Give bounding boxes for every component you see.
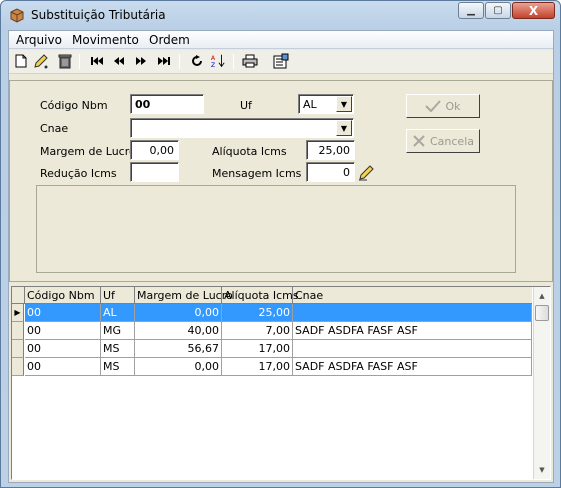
col-codigo-header[interactable]: Código Nbm — [25, 287, 101, 304]
next-record-icon[interactable] — [133, 53, 149, 69]
cnae-label: Cnae — [40, 122, 69, 135]
scroll-up-icon[interactable]: ▲ — [534, 288, 550, 304]
close-icon: X — [528, 3, 539, 18]
cell-codigo[interactable]: 00 — [25, 304, 101, 322]
sort-az-icon[interactable]: AZ — [210, 53, 226, 69]
header-indicator — [12, 287, 25, 304]
mensagem-memo[interactable] — [36, 185, 516, 273]
trash-icon[interactable] — [57, 53, 73, 69]
cell-uf[interactable]: MS — [101, 340, 135, 358]
window-title: Substituição Tributária — [31, 8, 166, 22]
aliquota-input[interactable]: 25,00 — [306, 140, 355, 160]
svg-text:A: A — [211, 55, 216, 62]
data-grid[interactable]: Código Nbm Uf Margem de Lucro Alíquota I… — [11, 286, 551, 480]
maximize-icon: ▢ — [493, 5, 503, 16]
toolbar-separator — [79, 54, 80, 69]
uf-select[interactable]: AL ▼ — [298, 94, 354, 114]
col-margem-header[interactable]: Margem de Lucro — [135, 287, 233, 304]
ok-label: Ok — [445, 99, 461, 113]
app-icon — [10, 8, 24, 23]
cell-uf[interactable]: MG — [101, 322, 135, 340]
mensagem-input[interactable]: 0 — [306, 162, 355, 182]
row-indicator — [12, 340, 24, 358]
maximize-button[interactable]: ▢ — [485, 2, 511, 19]
cell-cnae[interactable] — [293, 340, 532, 358]
refresh-icon[interactable] — [189, 53, 205, 69]
cell-margem[interactable]: 0,00 — [135, 304, 222, 322]
form-panel: Código Nbm 00 Uf AL ▼ Ok Cnae ▼ Cancela … — [9, 80, 553, 282]
cell-aliquota[interactable]: 17,00 — [222, 340, 293, 358]
menu-arquivo[interactable]: Arquivo — [16, 33, 62, 47]
row-indicator — [12, 322, 24, 340]
close-button[interactable]: X — [512, 2, 555, 19]
row-indicator — [12, 358, 24, 376]
cell-uf[interactable]: AL — [101, 304, 135, 322]
ok-button[interactable]: Ok — [406, 94, 480, 118]
toolbar: AZ — [9, 50, 553, 74]
edit-pencil-icon[interactable] — [33, 53, 49, 69]
edit-pencil-icon[interactable] — [358, 163, 376, 181]
cell-margem[interactable]: 56,67 — [135, 340, 222, 358]
cell-aliquota[interactable]: 25,00 — [222, 304, 293, 322]
client-area: Arquivo Movimento Ordem A Z Código Nbm 0… — [8, 30, 554, 483]
cancel-x-icon — [413, 135, 425, 147]
cell-cnae[interactable]: SADF ASDFA FASF ASF — [293, 322, 532, 340]
app-window: Substituição Tributária ▁ ▢ X Arquivo Mo… — [0, 0, 561, 488]
row-pointer-icon: ▶ — [12, 304, 24, 322]
scroll-down-icon[interactable]: ▼ — [534, 462, 550, 478]
reducao-input[interactable] — [130, 162, 179, 182]
uf-value: AL — [303, 97, 317, 111]
cell-aliquota[interactable]: 7,00 — [222, 322, 293, 340]
svg-text:Z: Z — [211, 62, 215, 69]
codigo-input[interactable]: 00 — [130, 94, 204, 114]
scroll-thumb[interactable] — [535, 305, 549, 321]
cnae-select[interactable]: ▼ — [130, 118, 354, 138]
checkmark-icon — [425, 100, 442, 112]
chevron-down-icon[interactable]: ▼ — [336, 96, 352, 112]
cell-uf[interactable]: MS — [101, 358, 135, 376]
col-aliquota-header[interactable]: Alíquota Icms — [222, 287, 299, 304]
aliquota-label: Alíquota Icms — [212, 145, 287, 158]
toolbar-separator — [179, 54, 180, 69]
cell-codigo[interactable]: 00 — [25, 358, 101, 376]
cell-margem[interactable]: 40,00 — [135, 322, 222, 340]
margem-label: Margem de Lucro — [40, 145, 136, 158]
grid-header: Código Nbm Uf Margem de Lucro Alíquota I… — [12, 287, 532, 304]
menu-ordem[interactable]: Ordem — [149, 33, 190, 47]
cancel-label: Cancela — [429, 134, 474, 148]
new-document-icon[interactable] — [13, 53, 29, 69]
chevron-down-icon[interactable]: ▼ — [336, 120, 352, 136]
cell-cnae[interactable]: SADF ASDFA FASF ASF — [293, 358, 532, 376]
vertical-scrollbar[interactable]: ▲ ▼ — [533, 287, 550, 479]
mensagem-label: Mensagem Icms — [212, 167, 302, 180]
cancel-button[interactable]: Cancela — [406, 129, 480, 153]
cell-aliquota[interactable]: 17,00 — [222, 358, 293, 376]
menu-bar: Arquivo Movimento Ordem — [9, 31, 553, 49]
cell-codigo[interactable]: 00 — [25, 322, 101, 340]
properties-icon[interactable] — [273, 53, 289, 69]
cell-margem[interactable]: 0,00 — [135, 358, 222, 376]
print-icon[interactable] — [242, 53, 258, 69]
reducao-label: Redução Icms — [40, 167, 117, 180]
col-cnae-header[interactable]: Cnae — [293, 287, 532, 304]
uf-label: Uf — [240, 99, 252, 112]
prior-record-icon[interactable] — [111, 53, 127, 69]
title-bar[interactable]: Substituição Tributária ▁ ▢ X — [1, 1, 560, 30]
minimize-button[interactable]: ▁ — [458, 2, 484, 19]
margem-input[interactable]: 0,00 — [130, 140, 179, 160]
first-record-icon[interactable] — [89, 53, 105, 69]
cell-cnae[interactable] — [293, 304, 532, 322]
toolbar-separator — [233, 54, 234, 69]
last-record-icon[interactable] — [156, 53, 172, 69]
col-uf-header[interactable]: Uf — [101, 287, 135, 304]
codigo-label: Código Nbm — [40, 99, 108, 112]
menu-movimento[interactable]: Movimento — [72, 33, 139, 47]
cell-codigo[interactable]: 00 — [25, 340, 101, 358]
minimize-icon: ▁ — [467, 5, 475, 16]
